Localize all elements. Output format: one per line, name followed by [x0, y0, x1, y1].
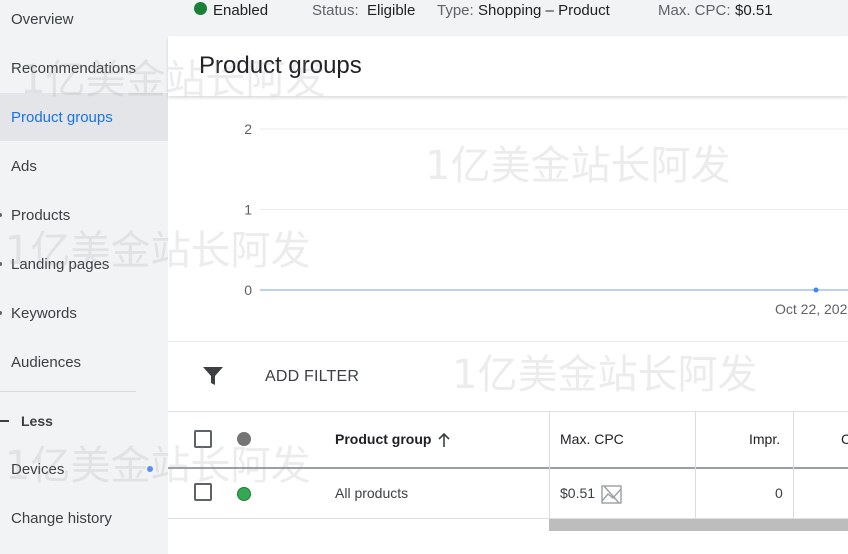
notification-dot-icon: [147, 466, 153, 472]
column-divider: [549, 412, 550, 469]
bullet-dot-icon: [0, 213, 2, 217]
sidebar-divider: [0, 391, 136, 392]
max-cpc-prefix: Max. CPC:: [658, 2, 731, 19]
status-prefix: Status:: [312, 2, 359, 19]
minus-icon: [0, 420, 9, 422]
max-cpc-cell[interactable]: $0.51: [560, 485, 595, 501]
sidebar-item-product-groups[interactable]: Product groups: [0, 93, 168, 141]
sidebar-item-landing-pages[interactable]: Landing pages: [0, 240, 168, 288]
sidebar-item-label: Landing pages: [11, 255, 110, 273]
campaign-status-bar: Enabled Status: Eligible Type: Shopping …: [168, 0, 848, 36]
table-header: Product group Max. CPC Impr. C: [168, 412, 848, 469]
sidebar-item-label: Products: [11, 206, 71, 224]
column-header-impr[interactable]: Impr.: [749, 431, 780, 447]
add-filter-button[interactable]: ADD FILTER: [265, 368, 359, 386]
horizontal-scrollbar[interactable]: [549, 519, 848, 531]
page-title: Product groups: [199, 52, 362, 79]
filter-icon[interactable]: [202, 366, 224, 386]
sidebar-item-label: Ads: [11, 157, 37, 175]
sidebar: Overview Recommendations Product groups …: [0, 0, 168, 554]
sidebar-item-keywords[interactable]: Keywords: [0, 289, 168, 337]
sidebar-item-products[interactable]: Products: [0, 191, 168, 239]
bullet-dot-icon: [0, 262, 2, 266]
sidebar-item-label: Change history: [11, 509, 112, 527]
column-divider: [695, 412, 696, 469]
y-tick-label: 2: [244, 121, 252, 137]
sidebar-item-overview[interactable]: Overview: [0, 0, 168, 43]
type-value: Shopping – Product: [478, 2, 610, 19]
sidebar-item-label: Overview: [11, 10, 74, 28]
column-header-product-group[interactable]: Product group: [335, 431, 431, 447]
column-divider: [793, 469, 794, 519]
sidebar-item-label: Product groups: [11, 108, 113, 126]
product-group-cell[interactable]: All products: [335, 485, 408, 501]
y-tick-label: 1: [244, 202, 252, 218]
series-point[interactable]: [813, 287, 819, 293]
y-tick-label: 0: [244, 282, 252, 298]
sidebar-item-label: Devices: [11, 460, 65, 478]
x-tick-label: Oct 22, 202: [775, 301, 848, 317]
column-divider: [549, 469, 550, 519]
edit-bid-chart-icon[interactable]: [601, 485, 622, 504]
bullet-dot-icon: [0, 311, 2, 315]
sidebar-item-change-history[interactable]: Change history: [0, 494, 168, 542]
column-divider: [695, 469, 696, 519]
table-row[interactable]: All products $0.51 0: [168, 469, 848, 519]
column-header-max-cpc[interactable]: Max. CPC: [560, 431, 624, 447]
enabled-status-icon: [194, 2, 207, 15]
type-prefix: Type:: [437, 2, 474, 19]
max-cpc-value[interactable]: $0.51: [735, 2, 773, 19]
column-header-clicks[interactable]: C: [841, 431, 848, 447]
enabled-status-icon[interactable]: [237, 487, 251, 501]
main-panel: Product groups 2 1 0 Oct 22, 202 ADD FILTE…: [168, 36, 848, 554]
impr-cell: 0: [775, 485, 783, 501]
column-divider: [793, 412, 794, 469]
sidebar-item-recommendations[interactable]: Recommendations: [0, 44, 168, 92]
enabled-label[interactable]: Enabled: [213, 2, 268, 19]
title-bar: Product groups: [168, 36, 848, 96]
filter-bar: ADD FILTER: [168, 341, 848, 412]
product-groups-table: Product group Max. CPC Impr. C All produ…: [168, 412, 848, 554]
sidebar-item-label: Recommendations: [11, 59, 137, 77]
row-checkbox[interactable]: [194, 483, 212, 501]
sidebar-item-ads[interactable]: Ads: [0, 142, 168, 190]
select-all-checkbox[interactable]: [194, 430, 212, 448]
sidebar-item-audiences[interactable]: Audiences: [0, 338, 168, 386]
status-value: Eligible: [367, 2, 416, 19]
sidebar-item-devices[interactable]: Devices: [0, 445, 168, 493]
sort-ascending-icon[interactable]: [437, 432, 451, 448]
status-column-icon: [237, 432, 251, 446]
less-label: Less: [21, 413, 53, 429]
performance-chart: 2 1 0 Oct 22, 202: [168, 96, 848, 342]
chart-svg: 2 1 0 Oct 22, 202: [244, 121, 848, 317]
sidebar-less-toggle[interactable]: Less: [0, 406, 53, 436]
sidebar-item-label: Keywords: [11, 304, 77, 322]
sidebar-item-label: Audiences: [11, 353, 82, 371]
